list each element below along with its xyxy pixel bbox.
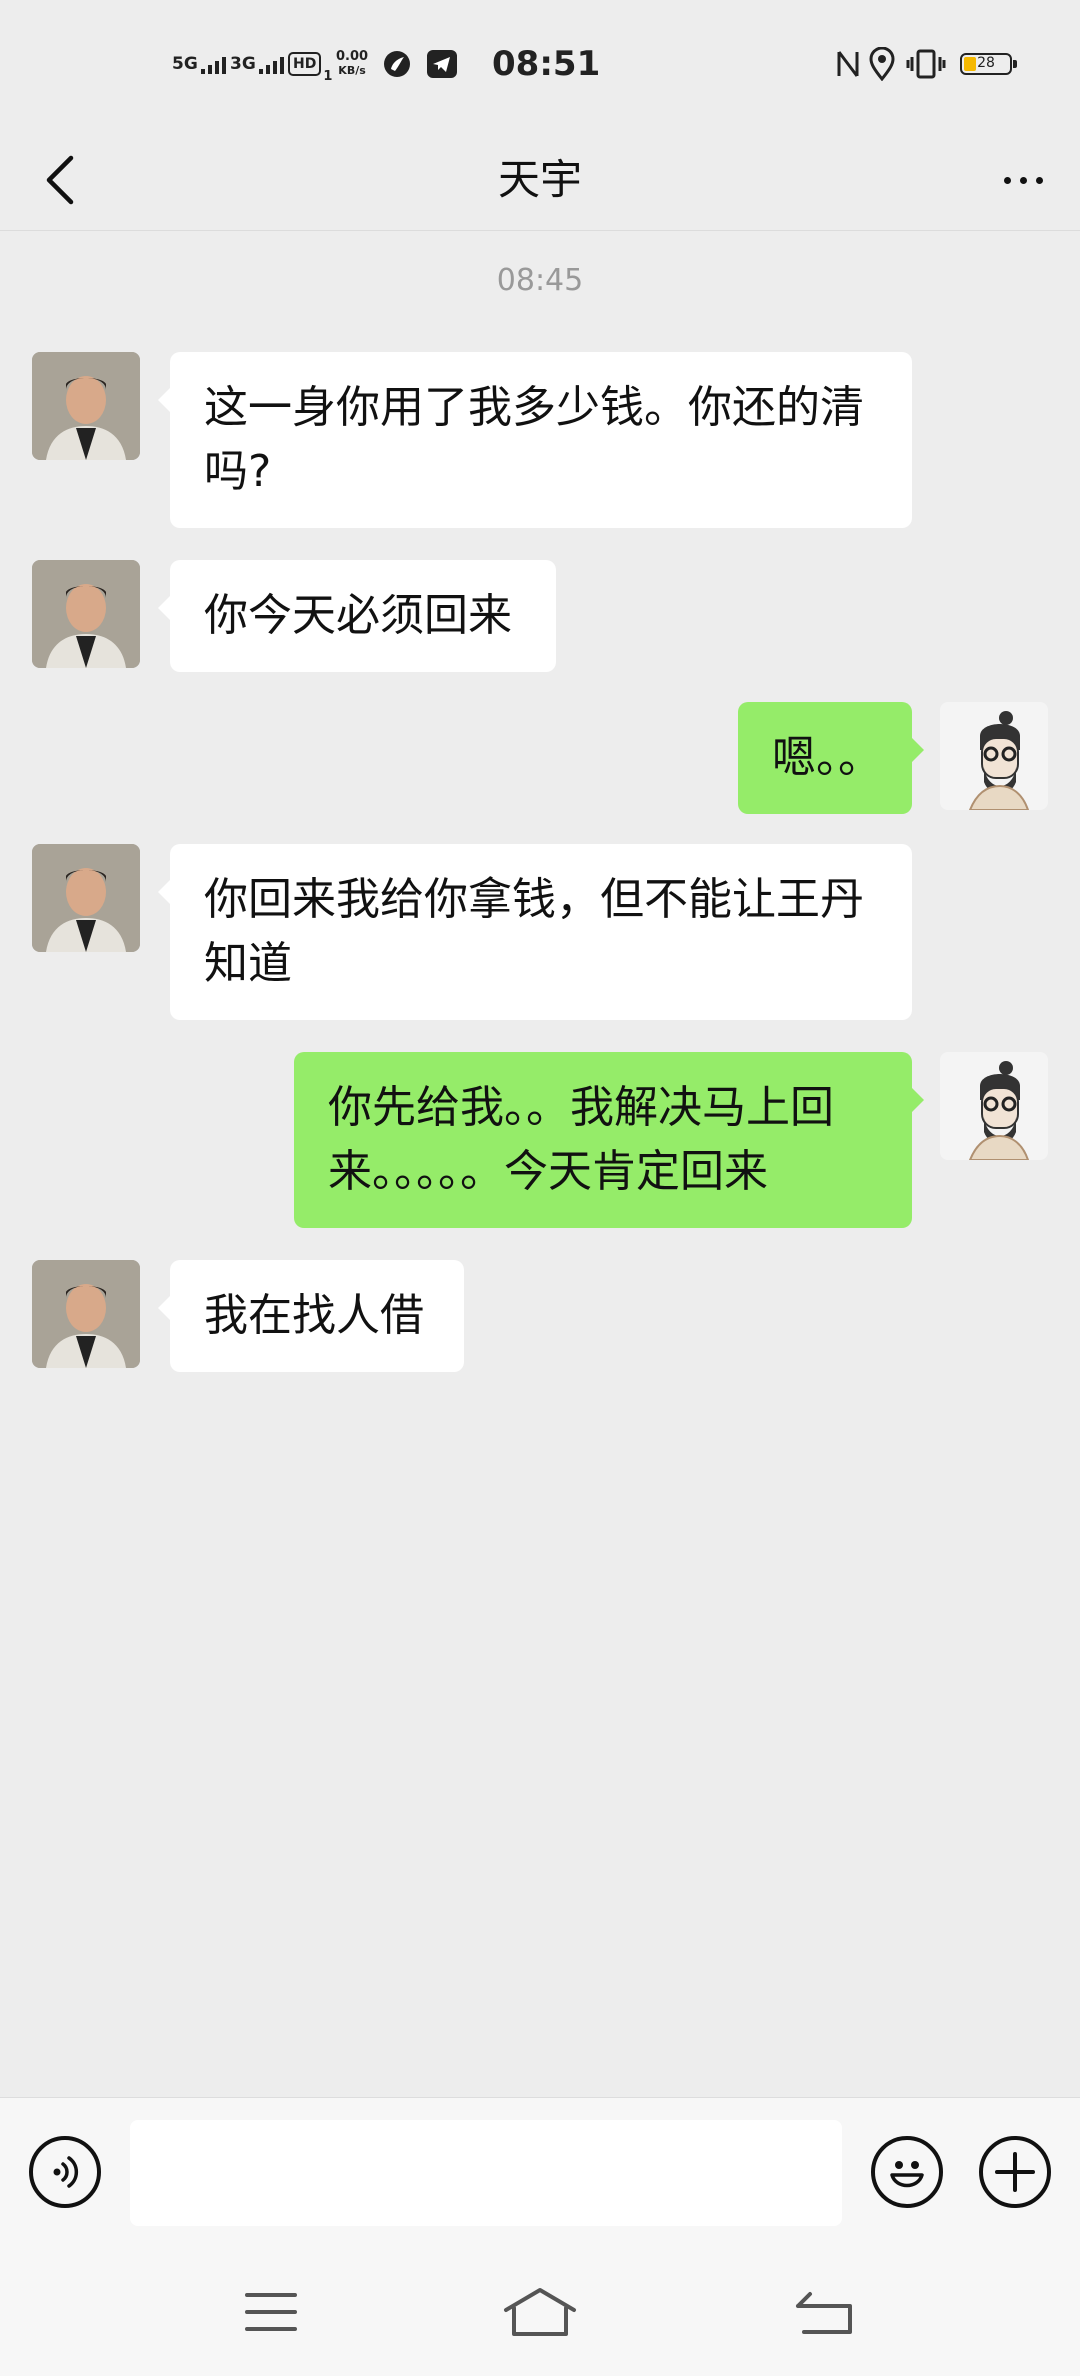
net-speed-unit: KB/s [338,64,366,77]
net-speed-value: 0.00 [336,49,369,64]
message-bubble-incoming[interactable]: 这一身你用了我多少钱。你还的清吗? [158,352,912,528]
back-icon [796,2292,852,2334]
menu-nav-button[interactable] [216,2277,326,2347]
battery-icon: 28 [960,53,1017,75]
hd-indicator: HD 1 [288,44,332,84]
battery-indicator: 28 [960,44,1017,84]
contact-avatar[interactable] [32,844,140,952]
nfc-icon [834,44,862,84]
message-timestamp: 08:45 [496,263,584,298]
hd-sub: 1 [323,69,333,84]
back-nav-button[interactable] [769,2277,879,2347]
more-options-button[interactable] [988,148,1058,212]
more-dot-icon [1003,176,1011,184]
more-dot-icon [1035,176,1043,184]
home-nav-button[interactable] [485,2277,595,2347]
telegram-notification-icon [426,44,458,84]
contact-avatar[interactable] [32,1260,140,1368]
status-time: 08:51 [492,44,601,84]
contact-avatar[interactable] [32,560,140,668]
signal-3g-label: 3G [230,53,256,74]
message-bubble-incoming[interactable]: 你今天必须回来 [158,560,556,672]
emoji-icon [890,2161,924,2188]
message-bubble-outgoing[interactable]: 你先给我。。我解决马上回来。。。。。今天肯定回来 [294,1052,924,1228]
input-bar [0,2097,1080,2248]
browser-notification-icon [382,44,412,84]
message-bubble-outgoing[interactable]: 嗯。。 [738,702,924,814]
signal-5g-indicator: 5G [172,44,226,84]
self-avatar[interactable] [940,1052,1048,1160]
signal-5g-label: 5G [172,53,198,74]
hd-badge: HD [288,52,322,76]
vibrate-icon [906,44,946,84]
signal-3g-indicator: 3G [230,44,284,84]
message-bubble-incoming[interactable]: 你回来我给你拿钱，但不能让王丹知道 [158,844,912,1020]
voice-icon [53,2156,79,2188]
battery-level: 28 [977,55,995,71]
chat-header: 天宇 [0,130,1080,231]
status-bar: 5G 3G HD 1 0.00 KB/s 08:51 28 [0,0,1080,130]
home-icon [504,2288,576,2336]
menu-icon [245,2293,297,2331]
chat-title: 天宇 [497,155,582,204]
message-bubble-incoming[interactable]: 我在找人借 [158,1260,464,1372]
emoji-button[interactable] [871,2136,943,2208]
net-speed: 0.00 KB/s [336,44,368,84]
signal-bars-icon [200,54,226,74]
contact-avatar[interactable] [32,352,140,460]
self-avatar[interactable] [940,702,1048,810]
signal-bars-icon [258,54,284,74]
voice-button[interactable] [29,2136,101,2208]
more-dot-icon [1019,176,1027,184]
message-input[interactable] [130,2120,842,2226]
system-nav-bar [0,2247,1080,2376]
plus-icon [995,2152,1035,2192]
plus-button[interactable] [979,2136,1051,2208]
location-icon [868,44,896,84]
